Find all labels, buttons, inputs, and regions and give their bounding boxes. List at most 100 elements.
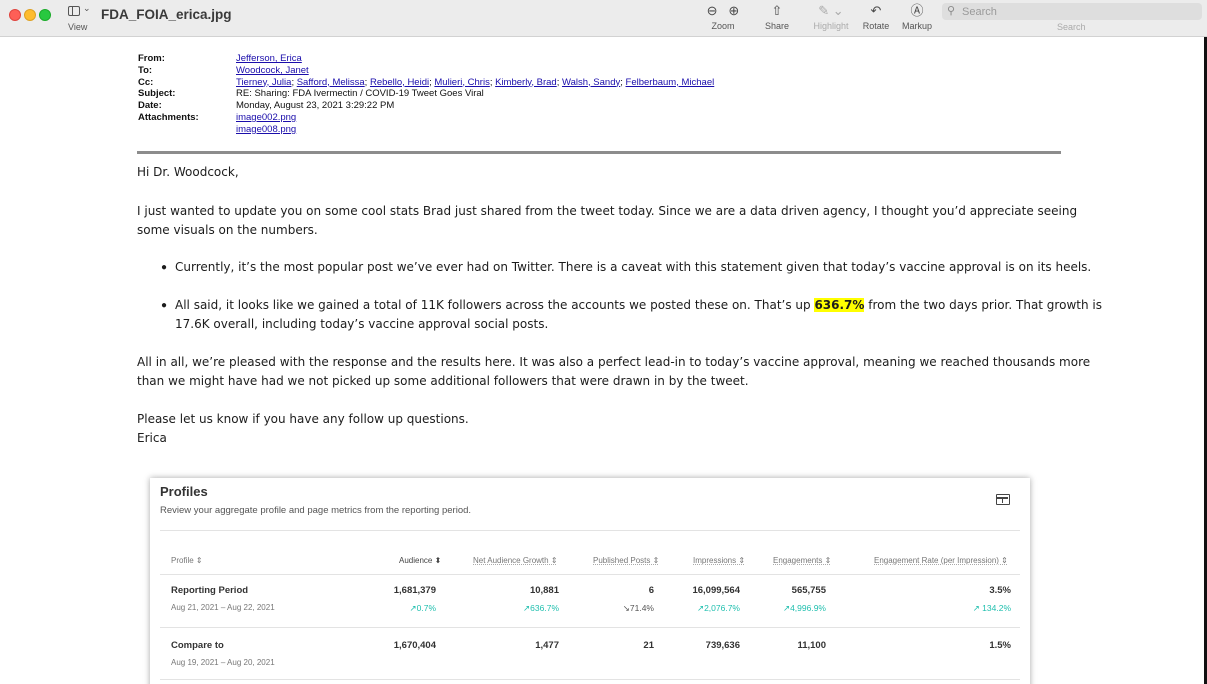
cell-engagements: 565,755 (791, 585, 826, 596)
subject-key: Subject: (138, 88, 176, 100)
cell-net-growth: 10,881 (529, 585, 559, 596)
cc-link[interactable]: Felberbaum, Michael (626, 77, 715, 88)
date-value: Monday, August 23, 2021 3:29:22 PM (236, 100, 395, 112)
attachment-link[interactable]: image008.png (236, 124, 296, 135)
cc-separator: ; (556, 76, 560, 88)
greeting: Hi Dr. Woodcock, (137, 165, 239, 179)
col-header-engagements: Engagements ⇕ (773, 556, 832, 565)
cell-impressions: 739,636 (705, 640, 740, 651)
cc-separator: ; (364, 76, 368, 88)
row-reporting-period-name: Reporting Period (171, 585, 249, 596)
cc-separator: ; (291, 76, 295, 88)
zoom-control: ⊖ ⊕ Zoom (698, 2, 748, 31)
search-label: Search (1057, 22, 1086, 32)
row-divider (160, 679, 1020, 680)
share-button[interactable]: ⇧ Share (762, 2, 792, 31)
table-view-icon (996, 494, 1010, 505)
cc-link[interactable]: Kimberly, Brad (495, 77, 557, 88)
bullet-2-line-1: All said, it looks like we gained a tota… (175, 296, 1102, 315)
share-label: Share (764, 21, 790, 31)
cell-audience: 1,681,379 (393, 585, 436, 596)
from-key: From: (138, 53, 165, 64)
col-header-posts: Published Posts ⇕ (593, 556, 660, 565)
search-input[interactable] (962, 4, 1192, 19)
col-header-profile: Profile ⇕ (171, 556, 203, 565)
sidebar-toggle-button[interactable]: ⌄ (68, 3, 91, 19)
chevron-down-icon: ⌄ (83, 3, 91, 13)
search-field[interactable]: ⚲ (942, 3, 1202, 20)
cc-separator: ; (620, 76, 623, 88)
paragraph-1-line-1: I just wanted to update you on some cool… (137, 204, 1078, 218)
col-header-net-growth: Net Audience Growth ⇕ (473, 556, 558, 565)
sidebar-icon (68, 6, 80, 16)
col-header-audience: Audience ⬍ (399, 556, 442, 565)
cell-engagements: 11,100 (797, 640, 826, 651)
rotate-label: Rotate (862, 21, 890, 31)
view-label: View (68, 22, 88, 32)
to-key: To: (138, 64, 153, 76)
from-link[interactable]: Jefferson, Erica (236, 53, 302, 64)
cc-separator: ; (489, 76, 493, 88)
zoom-in-icon[interactable]: ⊕ (728, 3, 739, 18)
cell-engagement-rate: 1.5% (989, 640, 1011, 651)
row-reporting-period-dates: Aug 21, 2021 – Aug 22, 2021 (171, 603, 275, 612)
cell-impressions: 16,099,564 (692, 585, 740, 596)
cc-separator: ; (429, 76, 432, 88)
row-divider (160, 627, 1020, 628)
cc-link[interactable]: Tierney, Julia (236, 77, 291, 88)
cell-audience: 1,670,404 (393, 640, 436, 651)
markup-button[interactable]: Ⓐ Markup (897, 2, 937, 31)
bullet-icon: ● (161, 262, 168, 273)
card-title: Profiles (160, 484, 208, 499)
change-engagement-rate: ↗ 134.2% (972, 603, 1011, 613)
change-posts: ↘71.4% (622, 603, 654, 613)
col-header-impressions: Impressions ⇕ (693, 556, 746, 565)
window-title: FDA_FOIA_erica.jpg (101, 7, 232, 22)
paragraph-2-line-1: All in all, we’re pleased with the respo… (137, 355, 1091, 369)
markup-label: Markup (901, 21, 932, 31)
paragraph-1-line-2: some visuals on the numbers. (137, 223, 318, 237)
row-divider (160, 574, 1020, 575)
bullet-2-line-2: 17.6K overall, including today’s vaccine… (175, 317, 549, 331)
bullet-1-text: Currently, it’s the most popular post we… (175, 260, 1092, 274)
search-icon: ⚲ (947, 5, 956, 17)
share-icon: ⇧ (771, 3, 783, 18)
fullscreen-window-button[interactable] (39, 9, 51, 21)
bullet-icon: ● (161, 300, 168, 311)
highlight-button[interactable]: ✎ ⌄ Highlight (808, 2, 854, 31)
cc-link[interactable]: Mulieri, Chris (434, 77, 489, 88)
card-divider (160, 530, 1020, 531)
row-compare-to-dates: Aug 19, 2021 – Aug 20, 2021 (171, 658, 275, 667)
signature: Erica (137, 431, 167, 445)
bullet-2-post: from the two days prior. That growth is (864, 298, 1102, 312)
change-impressions: ↗2,076.7% (696, 603, 740, 613)
zoom-out-icon[interactable]: ⊖ (707, 3, 718, 18)
zoom-buttons: ⊖ ⊕ (698, 2, 748, 20)
highlighted-percentage: 636.7% (814, 298, 865, 312)
paragraph-2-line-2: than we might have had we not picked up … (137, 374, 749, 388)
cell-net-growth: 1,477 (535, 640, 559, 651)
cc-list: Tierney, Julia; Safford, Melissa; Rebell… (236, 77, 714, 89)
subject-value: RE: Sharing: FDA Ivermectin / COVID-19 T… (236, 88, 484, 100)
zoom-label: Zoom (711, 21, 735, 31)
attachment-link[interactable]: image002.png (236, 112, 296, 123)
header-divider (137, 151, 1061, 154)
window-toolbar: ⌄ View FDA_FOIA_erica.jpg ⊖ ⊕ Zoom ⇧ Sha… (0, 0, 1207, 37)
rotate-icon: ↶ (870, 3, 882, 18)
row-compare-to-name: Compare to (171, 640, 224, 651)
close-window-button[interactable] (9, 9, 21, 21)
profiles-card: Profiles Review your aggregate profile a… (150, 478, 1030, 684)
cell-posts: 21 (643, 640, 654, 651)
date-key: Date: (138, 100, 162, 112)
change-net-growth: ↗636.7% (523, 603, 559, 613)
minimize-window-button[interactable] (24, 9, 36, 21)
to-link[interactable]: Woodcock, Janet (236, 65, 309, 76)
attachments-key: Attachments: (138, 111, 199, 123)
cc-link[interactable]: Safford, Melissa (297, 77, 365, 88)
highlight-label: Highlight (813, 21, 849, 31)
cc-link[interactable]: Rebello, Heidi (370, 77, 429, 88)
cell-posts: 6 (648, 585, 654, 596)
bullet-2-pre: All said, it looks like we gained a tota… (175, 298, 815, 312)
cc-link[interactable]: Walsh, Sandy (562, 77, 620, 88)
rotate-button[interactable]: ↶ Rotate (858, 2, 894, 31)
